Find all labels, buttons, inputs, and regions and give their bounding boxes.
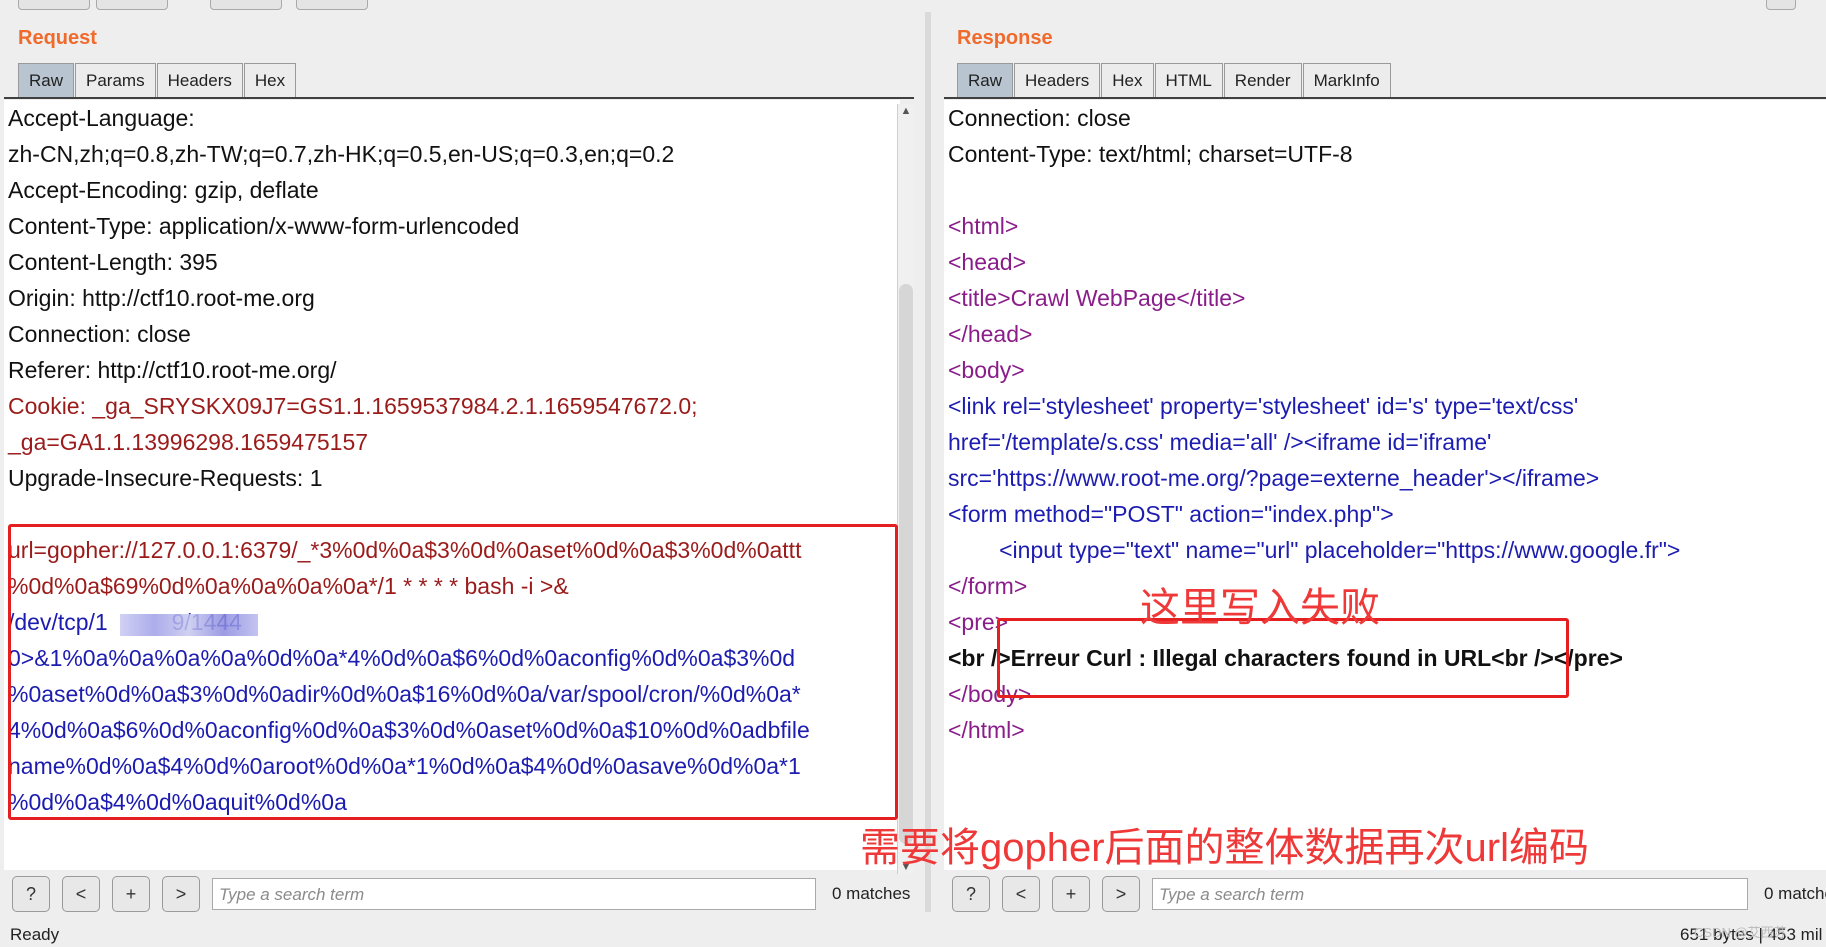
response-title: Response: [957, 27, 1053, 49]
response-line: <form method="POST" action="index.php">: [948, 501, 1394, 527]
request-tab-raw[interactable]: Raw: [18, 63, 75, 98]
request-line: Accept-Language:: [8, 105, 195, 131]
response-tab-headers[interactable]: Headers: [1014, 63, 1101, 98]
request-line: Origin: http://ctf10.root-me.org: [8, 285, 315, 311]
toolbar-button-2[interactable]: [96, 0, 168, 10]
response-tab-markinfo[interactable]: MarkInfo: [1302, 63, 1391, 98]
response-editor[interactable]: Connection: close Content-Type: text/htm…: [944, 100, 1826, 870]
help-button[interactable]: ?: [952, 876, 990, 912]
response-search-input[interactable]: Type a search term: [1152, 878, 1748, 910]
request-scrollbar[interactable]: ▲ ▼: [897, 104, 914, 874]
request-tab-underline: [4, 97, 914, 99]
response-line: Content-Type: text/html; charset=UTF-8: [948, 141, 1353, 167]
scroll-thumb[interactable]: [899, 284, 913, 844]
status-ready: Ready: [10, 925, 60, 944]
request-line: zh-CN,zh;q=0.8,zh-TW;q=0.7,zh-HK;q=0.5,e…: [8, 141, 675, 167]
toolbar-button-3[interactable]: [210, 0, 282, 10]
request-line: Referer: http://ctf10.root-me.org/: [8, 357, 337, 383]
add-button[interactable]: +: [1052, 876, 1090, 912]
next-button[interactable]: >: [1102, 876, 1140, 912]
prev-button[interactable]: <: [1002, 876, 1040, 912]
response-line: <body>: [948, 357, 1025, 383]
request-line-cookie: _ga=GA1.1.13996298.1659475157: [8, 429, 369, 455]
annotation-write-failed: 这里写入失败: [1140, 586, 1380, 630]
annotation-need-encode: 需要将gopher后面的整体数据再次url编码: [860, 826, 1590, 870]
response-line: src='https://www.root-me.org/?page=exter…: [948, 465, 1600, 491]
response-tabs: Raw Headers Hex HTML Render MarkInfo: [957, 63, 1392, 99]
response-line: Connection: close: [948, 105, 1131, 131]
response-line: href='/template/s.css' media='all' /><if…: [948, 429, 1492, 455]
response-tab-hex[interactable]: Hex: [1101, 63, 1154, 98]
response-line: </form>: [948, 573, 1028, 599]
request-line-cookie: Cookie: _ga_SRYSKX09J7=GS1.1.1659537984.…: [8, 393, 698, 419]
response-search-bar: ? < + > Type a search term 0 matche: [952, 876, 1826, 912]
payload-highlight-box: [8, 524, 898, 820]
toolbar-button-4[interactable]: [296, 0, 368, 10]
response-line-title: <title>Crawl WebPage</title>: [948, 285, 1246, 311]
request-tabs: Raw Params Headers Hex: [18, 63, 297, 99]
pane-divider[interactable]: [925, 12, 931, 912]
response-match-count: 0 matche: [1764, 884, 1826, 903]
request-match-count: 0 matches: [832, 884, 911, 903]
request-title: Request: [18, 27, 97, 49]
request-search-input[interactable]: Type a search term: [212, 878, 816, 910]
response-line: </html>: [948, 717, 1025, 743]
top-toolbar: [0, 0, 1826, 10]
response-tab-html[interactable]: HTML: [1154, 63, 1223, 98]
response-tab-raw[interactable]: Raw: [957, 63, 1014, 98]
add-button[interactable]: +: [112, 876, 150, 912]
response-line: <input type="text" name="url" placeholde…: [948, 537, 1681, 563]
response-line: <html>: [948, 213, 1019, 239]
request-search-bar: ? < + > Type a search term 0 matches: [12, 876, 910, 912]
request-line: Upgrade-Insecure-Requests: 1: [8, 465, 323, 491]
response-line: <head>: [948, 249, 1027, 275]
response-line: </head>: [948, 321, 1033, 347]
response-tab-underline: [944, 97, 1826, 99]
response-tab-render[interactable]: Render: [1223, 63, 1302, 98]
toolbar-button-1[interactable]: [18, 0, 90, 10]
toolbar-button-5[interactable]: [1766, 0, 1796, 10]
request-tab-headers[interactable]: Headers: [156, 63, 243, 98]
prev-button[interactable]: <: [62, 876, 100, 912]
watermark: CSDN @艾西苏: [1694, 925, 1787, 940]
response-line-blank: [948, 172, 1826, 208]
scroll-up-icon[interactable]: ▲: [899, 104, 913, 118]
request-tab-params[interactable]: Params: [75, 63, 156, 98]
help-button[interactable]: ?: [12, 876, 50, 912]
request-line: Accept-Encoding: gzip, deflate: [8, 177, 319, 203]
request-line: Connection: close: [8, 321, 191, 347]
request-line: Content-Type: application/x-www-form-url…: [8, 213, 520, 239]
request-tab-hex[interactable]: Hex: [243, 63, 297, 98]
next-button[interactable]: >: [162, 876, 200, 912]
request-line: Content-Length: 395: [8, 249, 218, 275]
response-line: <link rel='stylesheet' property='stylesh…: [948, 393, 1579, 419]
